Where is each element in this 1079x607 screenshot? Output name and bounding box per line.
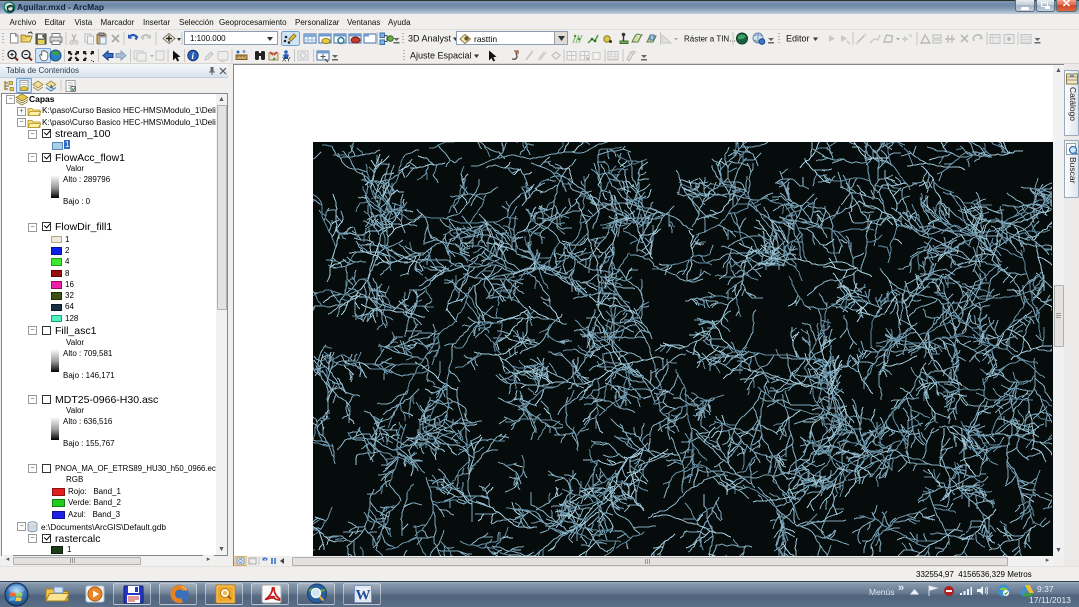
svg-text:Editor: Editor — [786, 34, 810, 44]
svg-text:W: W — [356, 588, 371, 604]
svg-text:3D Analyst: 3D Analyst — [408, 34, 452, 44]
svg-text:Ajuste Espacial: Ajuste Espacial — [410, 51, 472, 61]
svg-text:XY: XY — [282, 57, 291, 64]
svg-text:Ráster a TIN...: Ráster a TIN... — [684, 35, 736, 44]
